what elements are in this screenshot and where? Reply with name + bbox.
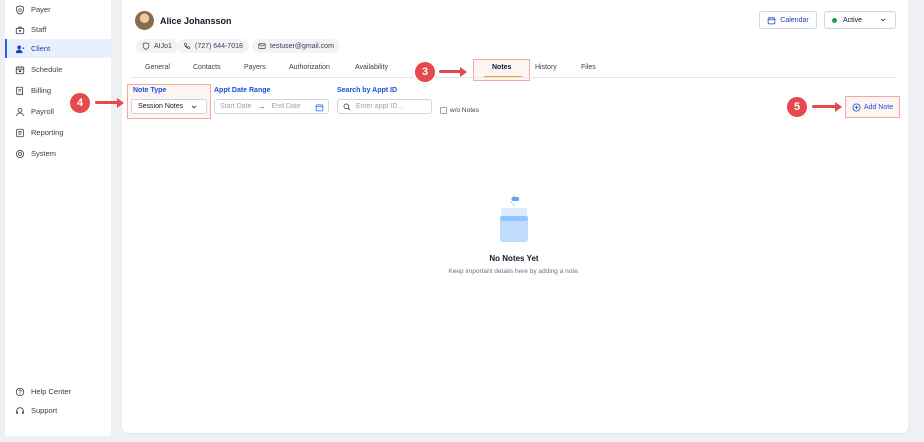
shield-dollar-icon bbox=[16, 4, 24, 15]
step-arrow-4 bbox=[95, 101, 118, 104]
tab-availability[interactable]: Availability bbox=[355, 64, 388, 71]
client-id: AIJo1 bbox=[154, 42, 172, 50]
client-id-chip: AIJo1 bbox=[136, 39, 178, 53]
arrow-right-icon: → bbox=[257, 102, 266, 111]
tab-history[interactable]: History bbox=[535, 64, 557, 71]
payroll-icon bbox=[16, 107, 24, 116]
sidebar-item-label: Payer bbox=[31, 5, 51, 14]
empty-notes-illustration bbox=[500, 195, 528, 242]
search-appt-box[interactable] bbox=[337, 99, 432, 114]
sidebar: Payer Staff Client Schedule Billing Payr… bbox=[5, 0, 111, 436]
avatar bbox=[135, 11, 154, 30]
shield-icon bbox=[142, 42, 150, 50]
email-chip: testuser@gmail.com bbox=[252, 39, 340, 53]
billing-icon bbox=[16, 86, 23, 96]
report-icon bbox=[16, 128, 24, 137]
wo-notes-label: w/o Notes bbox=[450, 107, 479, 114]
sidebar-item-label: Client bbox=[31, 44, 51, 53]
tab-payers[interactable]: Payers bbox=[244, 64, 266, 71]
sidebar-item-billing[interactable]: Billing bbox=[5, 81, 111, 100]
status-dot bbox=[832, 17, 837, 23]
client-icon bbox=[15, 45, 25, 53]
note-type-value: Session Notes bbox=[138, 103, 184, 110]
sidebar-item-label: Reporting bbox=[31, 128, 64, 137]
step-badge-5: 5 bbox=[787, 97, 807, 117]
phone-chip: (727) 644-7018 bbox=[177, 39, 249, 53]
chevron-down-icon bbox=[880, 18, 886, 22]
sidebar-item-system[interactable]: System bbox=[5, 144, 111, 163]
empty-state-title: No Notes Yet bbox=[489, 254, 539, 263]
system-icon bbox=[15, 149, 25, 158]
step-badge-3: 3 bbox=[415, 62, 435, 82]
sidebar-item-payroll[interactable]: Payroll bbox=[5, 102, 111, 121]
note-type-select[interactable]: Session Notes bbox=[131, 99, 207, 114]
tab-authorization[interactable]: Authorization bbox=[289, 64, 330, 71]
note-type-label: Note Type bbox=[133, 87, 167, 94]
step-badge-4: 4 bbox=[70, 93, 90, 113]
step-arrow-5 bbox=[812, 105, 836, 108]
calendar-icon bbox=[768, 16, 776, 24]
empty-state-subtitle: Keep important details here by adding a … bbox=[448, 268, 580, 275]
add-note-label: Add Note bbox=[863, 103, 894, 111]
mail-icon bbox=[258, 43, 266, 49]
tab-general[interactable]: General bbox=[145, 64, 170, 71]
tab-notes[interactable]: Notes bbox=[492, 64, 511, 71]
sidebar-item-staff[interactable]: Staff bbox=[5, 20, 111, 39]
sidebar-item-label: Payroll bbox=[31, 107, 54, 116]
main-panel: Alice Johansson AIJo1 (727) 644-7018 tes… bbox=[122, 0, 908, 433]
sidebar-item-label: Billing bbox=[31, 86, 52, 95]
sidebar-item-client[interactable]: Client bbox=[5, 39, 111, 58]
tabs-divider bbox=[130, 77, 896, 78]
search-appt-input[interactable] bbox=[356, 103, 426, 110]
sidebar-item-label: Staff bbox=[31, 25, 47, 34]
calendar-label: Calendar bbox=[780, 16, 809, 24]
tab-files[interactable]: Files bbox=[581, 64, 596, 71]
start-date-field[interactable]: Start Date bbox=[220, 103, 252, 110]
client-phone: (727) 644-7018 bbox=[195, 42, 243, 50]
step-arrow-head-5 bbox=[835, 101, 842, 112]
step-arrow-head-4 bbox=[117, 97, 124, 108]
sidebar-item-label: Schedule bbox=[31, 65, 63, 74]
headset-icon bbox=[16, 406, 24, 414]
wo-notes-toggle[interactable]: w/o Notes bbox=[440, 107, 479, 114]
search-icon bbox=[343, 103, 351, 111]
status-value: Active bbox=[843, 16, 863, 24]
status-dropdown[interactable]: Active bbox=[824, 11, 896, 29]
add-note-button[interactable]: Add Note bbox=[848, 99, 897, 115]
end-date-field[interactable]: End Date bbox=[272, 103, 301, 110]
sidebar-item-label: System bbox=[31, 149, 57, 158]
date-range-picker[interactable]: Start Date → End Date bbox=[214, 99, 329, 114]
calendar-icon bbox=[15, 65, 25, 74]
support-link[interactable]: Support bbox=[5, 401, 111, 420]
help-center-label: Help Center bbox=[31, 387, 72, 396]
sidebar-item-schedule[interactable]: Schedule bbox=[5, 60, 111, 79]
support-label: Support bbox=[31, 406, 58, 415]
client-name: Alice Johansson bbox=[160, 16, 232, 26]
client-email: testuser@gmail.com bbox=[270, 42, 334, 50]
plus-circle-icon bbox=[852, 102, 861, 112]
calendar-button[interactable]: Calendar bbox=[759, 11, 817, 29]
sidebar-item-reporting[interactable]: Reporting bbox=[5, 123, 111, 142]
phone-icon bbox=[184, 42, 191, 49]
help-icon bbox=[15, 387, 25, 396]
wo-notes-checkbox[interactable] bbox=[440, 107, 447, 114]
search-appt-label: Search by Appt ID bbox=[337, 87, 398, 94]
tab-contacts[interactable]: Contacts bbox=[193, 64, 221, 71]
sidebar-item-payer[interactable]: Payer bbox=[5, 0, 111, 19]
help-center-link[interactable]: Help Center bbox=[5, 382, 111, 401]
calendar-icon bbox=[315, 104, 324, 112]
staff-icon bbox=[15, 26, 25, 34]
step-arrow-head-3 bbox=[460, 66, 467, 77]
chevron-down-icon bbox=[191, 105, 197, 109]
step-arrow-3 bbox=[439, 70, 461, 73]
date-range-label: Appt Date Range bbox=[214, 87, 271, 94]
